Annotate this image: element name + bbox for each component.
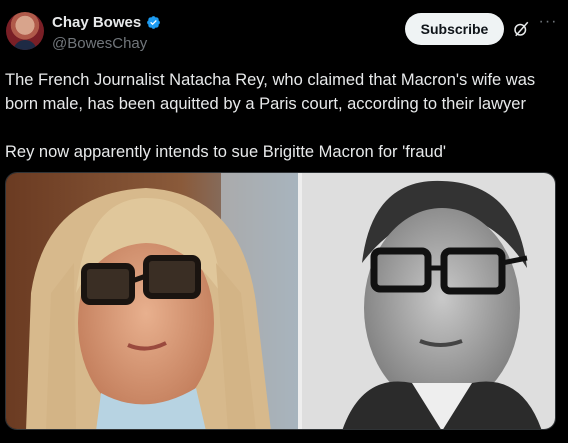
subscribe-button[interactable]: Subscribe bbox=[405, 13, 504, 45]
more-options-icon[interactable]: ··· bbox=[538, 14, 558, 36]
author-row: Chay Bowes bbox=[52, 14, 161, 31]
author-handle[interactable]: @BowesChay bbox=[52, 35, 147, 52]
grok-icon[interactable] bbox=[512, 20, 530, 38]
tweet-media[interactable] bbox=[5, 172, 556, 430]
tweet-text: The French Journalist Natacha Rey, who c… bbox=[5, 71, 536, 161]
author-name[interactable]: Chay Bowes bbox=[52, 14, 141, 31]
photo-woman-glasses[interactable] bbox=[6, 173, 298, 430]
tweet-header: Chay Bowes @BowesChay Subscribe ··· bbox=[0, 0, 568, 60]
verified-badge-icon bbox=[147, 16, 161, 29]
photo-man-glasses-bw[interactable] bbox=[302, 173, 556, 430]
avatar[interactable] bbox=[6, 12, 44, 50]
